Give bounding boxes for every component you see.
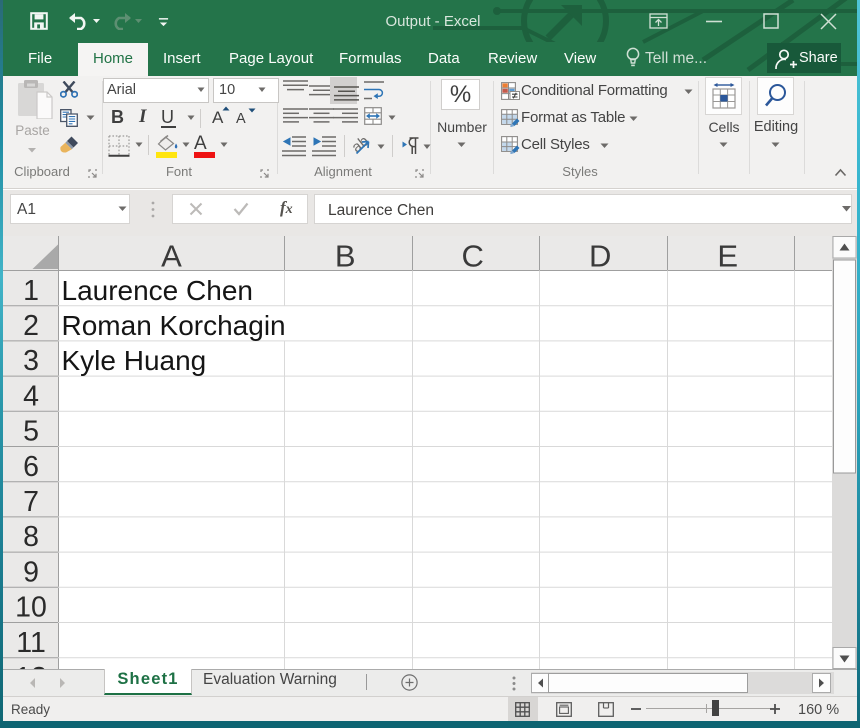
svg-text:C: C	[462, 239, 484, 274]
svg-text:6: 6	[23, 451, 39, 483]
svg-text:10: 10	[15, 592, 47, 624]
svg-text:11: 11	[16, 627, 46, 659]
svg-text:7: 7	[23, 486, 39, 518]
svg-text:3: 3	[23, 345, 39, 377]
svg-text:A: A	[161, 239, 182, 274]
svg-text:Kyle Huang: Kyle Huang	[62, 345, 207, 376]
svg-text:2: 2	[23, 310, 39, 342]
svg-text:Laurence Chen: Laurence Chen	[62, 275, 253, 306]
svg-text:D: D	[589, 239, 611, 274]
svg-text:B: B	[335, 239, 356, 274]
svg-text:8: 8	[23, 521, 39, 553]
svg-text:9: 9	[23, 556, 39, 588]
svg-text:4: 4	[23, 380, 39, 412]
svg-text:1: 1	[23, 275, 39, 307]
svg-text:E: E	[717, 239, 738, 274]
svg-text:12: 12	[15, 662, 47, 669]
svg-text:Roman Korchagin: Roman Korchagin	[62, 310, 286, 341]
svg-text:5: 5	[23, 416, 39, 448]
